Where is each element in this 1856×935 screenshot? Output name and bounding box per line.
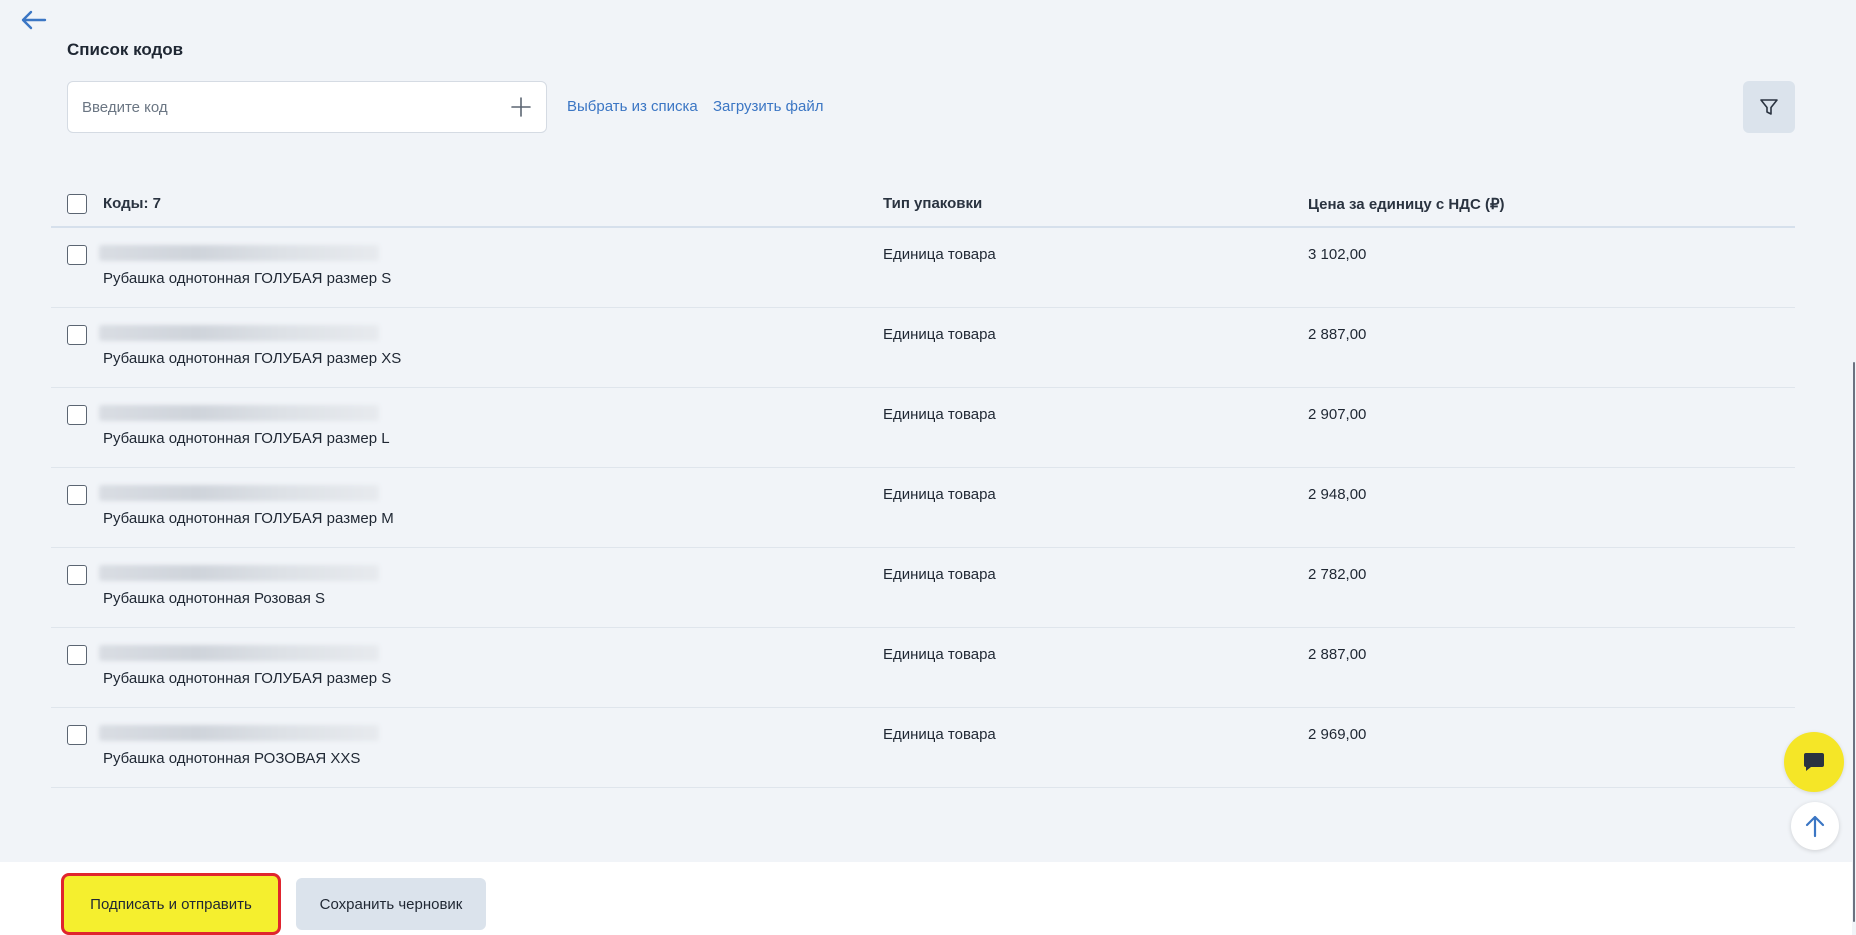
codes-table: Коды: 7 Тип упаковки Цена за единицу с Н…	[51, 180, 1795, 788]
product-name: Рубашка однотонная Розовая S	[103, 590, 326, 607]
choose-from-list-link[interactable]: Выбрать из списка	[567, 98, 698, 115]
page-title: Список кодов	[67, 40, 184, 59]
row-checkbox[interactable]	[67, 725, 87, 745]
product-name: Рубашка однотонная ГОЛУБАЯ размер XS	[103, 350, 402, 367]
code-value-redacted	[99, 405, 379, 421]
row-checkbox[interactable]	[67, 565, 87, 585]
code-value-redacted	[99, 725, 379, 741]
unit-price: 2 887,00	[1308, 326, 1367, 343]
unit-price: 2 969,00	[1308, 726, 1367, 743]
plus-icon[interactable]	[510, 96, 532, 118]
column-header-codes: Коды: 7	[103, 195, 161, 212]
column-header-price: Цена за единицу с НДС (₽)	[1308, 196, 1505, 213]
package-type: Единица товара	[883, 566, 996, 583]
row-checkbox[interactable]	[67, 485, 87, 505]
product-name: Рубашка однотонная РОЗОВАЯ XXS	[103, 750, 361, 767]
code-value-redacted	[99, 565, 379, 581]
package-type: Единица товара	[883, 246, 996, 263]
scrollbar-thumb[interactable]	[1853, 362, 1855, 922]
page: Список кодов Выбрать из списка Загрузить…	[0, 0, 1856, 935]
upload-file-link[interactable]: Загрузить файл	[713, 98, 823, 115]
table-row: Рубашка однотонная ГОЛУБАЯ размер M Един…	[51, 468, 1795, 548]
product-name: Рубашка однотонная ГОЛУБАЯ размер L	[103, 430, 390, 447]
scrollbar[interactable]	[1852, 0, 1856, 935]
code-value-redacted	[99, 325, 379, 341]
table-row: Рубашка однотонная ГОЛУБАЯ размер XS Еди…	[51, 308, 1795, 388]
select-all-checkbox[interactable]	[67, 194, 87, 214]
chat-bubble-icon	[1804, 753, 1824, 771]
table-row: Рубашка однотонная Розовая S Единица тов…	[51, 548, 1795, 628]
package-type: Единица товара	[883, 726, 996, 743]
row-checkbox[interactable]	[67, 405, 87, 425]
package-type: Единица товара	[883, 406, 996, 423]
table-row: Рубашка однотонная ГОЛУБАЯ размер L Един…	[51, 388, 1795, 468]
column-header-package-type: Тип упаковки	[883, 195, 983, 212]
scroll-to-top-button[interactable]	[1791, 802, 1839, 850]
product-name: Рубашка однотонная ГОЛУБАЯ размер S	[103, 670, 392, 687]
unit-price: 2 782,00	[1308, 566, 1367, 583]
unit-price: 3 102,00	[1308, 246, 1367, 263]
product-name: Рубашка однотонная ГОЛУБАЯ размер M	[103, 510, 394, 527]
table-row: Рубашка однотонная ГОЛУБАЯ размер S Един…	[51, 628, 1795, 708]
table-row: Рубашка однотонная ГОЛУБАЯ размер S Един…	[51, 228, 1795, 308]
package-type: Единица товара	[883, 326, 996, 343]
code-value-redacted	[99, 485, 379, 501]
table-row: Рубашка однотонная РОЗОВАЯ XXS Единица т…	[51, 708, 1795, 788]
package-type: Единица товара	[883, 486, 996, 503]
product-name: Рубашка однотонная ГОЛУБАЯ размер S	[103, 270, 392, 287]
code-input-container	[67, 81, 547, 133]
row-checkbox[interactable]	[67, 325, 87, 345]
main-content: Список кодов Выбрать из списка Загрузить…	[0, 0, 1852, 862]
arrow-left-icon[interactable]	[18, 8, 48, 32]
row-checkbox[interactable]	[67, 645, 87, 665]
code-value-redacted	[99, 245, 379, 261]
unit-price: 2 887,00	[1308, 646, 1367, 663]
arrow-up-icon	[1805, 815, 1825, 838]
package-type: Единица товара	[883, 646, 996, 663]
sign-and-send-button[interactable]: Подписать и отправить	[61, 873, 281, 935]
code-value-redacted	[99, 645, 379, 661]
row-checkbox[interactable]	[67, 245, 87, 265]
sign-and-send-label[interactable]: Подписать и отправить	[67, 879, 275, 929]
code-input[interactable]	[82, 82, 482, 132]
unit-price: 2 948,00	[1308, 486, 1367, 503]
table-header: Коды: 7 Тип упаковки Цена за единицу с Н…	[51, 180, 1795, 228]
chat-button[interactable]	[1784, 732, 1844, 792]
filter-button[interactable]	[1743, 81, 1795, 133]
save-draft-button[interactable]: Сохранить черновик	[296, 878, 486, 930]
filter-icon	[1760, 99, 1778, 115]
unit-price: 2 907,00	[1308, 406, 1367, 423]
